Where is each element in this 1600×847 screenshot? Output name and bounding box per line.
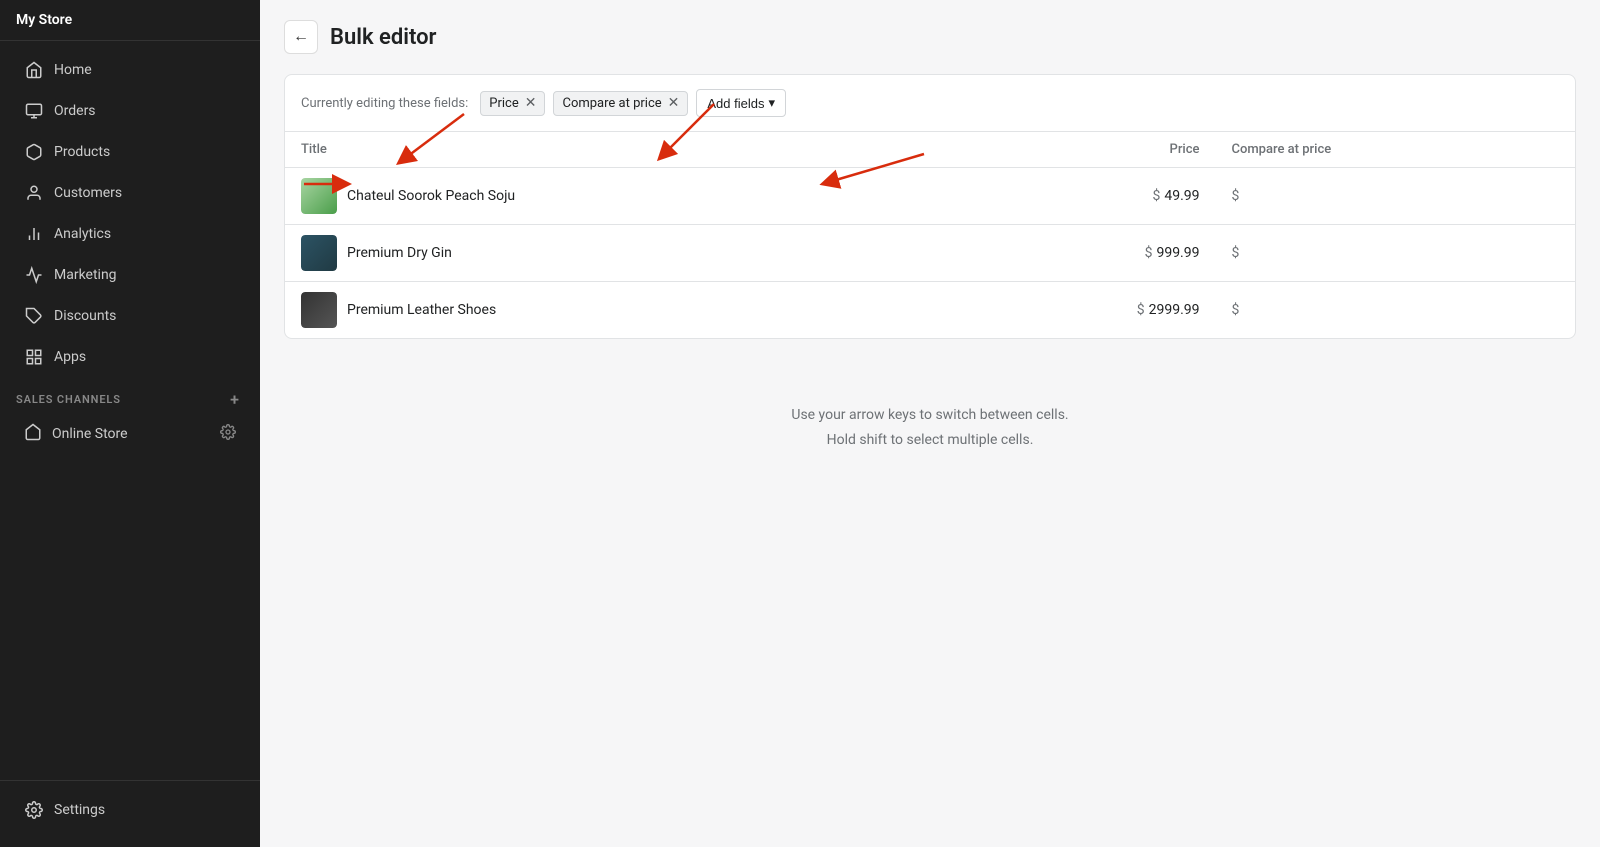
compare-dollar-1: $	[1232, 188, 1240, 204]
sidebar-nav: Home Orders Products Customers Analytics	[0, 41, 260, 780]
add-fields-button[interactable]: Add fields ▾	[696, 89, 786, 117]
sidebar-item-label-products: Products	[54, 144, 110, 160]
page-title: Bulk editor	[330, 25, 436, 50]
col-header-compare-at-price: Compare at price	[1216, 132, 1576, 168]
sidebar-store-header: My Store	[0, 0, 260, 41]
price-value-2: 999.99	[1156, 245, 1199, 261]
product-title-cell-1: Chateul Soorok Peach Soju	[285, 168, 957, 225]
online-store-label: Online Store	[52, 426, 128, 442]
store-name: My Store	[16, 12, 244, 28]
hint-area: Use your arrow keys to switch between ce…	[284, 343, 1576, 513]
product-thumb-3	[301, 292, 337, 328]
products-icon	[24, 142, 44, 162]
sidebar-item-label-orders: Orders	[54, 103, 96, 119]
table-row: Premium Dry Gin $ 999.99	[285, 225, 1575, 282]
sidebar-item-label-marketing: Marketing	[54, 267, 117, 283]
main-content: ← Bulk editor Currently editing these fi…	[260, 0, 1600, 847]
page-header: ← Bulk editor	[260, 0, 1600, 74]
col-header-title: Title	[285, 132, 957, 168]
table-row: Chateul Soorok Peach Soju $ 49.99	[285, 168, 1575, 225]
product-name-2: Premium Dry Gin	[347, 245, 452, 261]
product-thumb-1	[301, 178, 337, 214]
sidebar-item-marketing[interactable]: Marketing	[8, 255, 252, 295]
dollar-sign-1: $	[1152, 188, 1160, 204]
sidebar-item-online-store[interactable]: Online Store	[8, 413, 252, 455]
product-title-cell-3: Premium Leather Shoes	[285, 282, 957, 339]
sidebar-item-label-discounts: Discounts	[54, 308, 116, 324]
product-thumb-2	[301, 235, 337, 271]
remove-price-button[interactable]: ✕	[525, 96, 537, 110]
price-value-1: 49.99	[1164, 188, 1199, 204]
sidebar-item-label-apps: Apps	[54, 349, 86, 365]
sidebar-item-label-analytics: Analytics	[54, 226, 111, 242]
sales-channels-label: SALES CHANNELS	[16, 393, 121, 406]
fields-bar: Currently editing these fields: Price ✕ …	[285, 75, 1575, 132]
annotations-container: Currently editing these fields: Price ✕ …	[284, 74, 1576, 339]
discounts-icon	[24, 306, 44, 326]
add-sales-channel-button[interactable]: +	[226, 390, 244, 408]
sales-channels-section: SALES CHANNELS +	[0, 378, 260, 412]
settings-icon	[24, 800, 44, 820]
product-table: Title Price Compare at price	[285, 132, 1575, 338]
product-name-1: Chateul Soorok Peach Soju	[347, 188, 515, 204]
compare-at-price-field-tag: Compare at price ✕	[553, 91, 688, 116]
sidebar-item-orders[interactable]: Orders	[8, 91, 252, 131]
dollar-sign-2: $	[1145, 245, 1153, 261]
online-store-icon	[24, 423, 42, 445]
apps-icon	[24, 347, 44, 367]
price-value-3: 2999.99	[1149, 302, 1200, 318]
sidebar: My Store Home Orders Products Customers	[0, 0, 260, 847]
marketing-icon	[24, 265, 44, 285]
sidebar-item-settings[interactable]: Settings	[8, 790, 252, 830]
price-cell-1[interactable]: $ 49.99	[957, 168, 1216, 225]
customers-icon	[24, 183, 44, 203]
remove-compare-at-price-button[interactable]: ✕	[668, 96, 680, 110]
sidebar-item-customers[interactable]: Customers	[8, 173, 252, 213]
add-fields-chevron-icon: ▾	[768, 95, 775, 111]
back-button[interactable]: ←	[284, 20, 318, 54]
product-title-cell-2: Premium Dry Gin	[285, 225, 957, 282]
bulk-editor-card: Currently editing these fields: Price ✕ …	[284, 74, 1576, 339]
price-cell-2[interactable]: $ 999.99	[957, 225, 1216, 282]
compare-price-cell-3[interactable]: $	[1216, 282, 1576, 339]
online-store-settings-icon[interactable]	[220, 424, 236, 444]
orders-icon	[24, 101, 44, 121]
sidebar-item-discounts[interactable]: Discounts	[8, 296, 252, 336]
sidebar-item-analytics[interactable]: Analytics	[8, 214, 252, 254]
compare-price-cell-1[interactable]: $	[1216, 168, 1576, 225]
sidebar-bottom: Settings	[0, 780, 260, 847]
table-row: Premium Leather Shoes $ 2999.99	[285, 282, 1575, 339]
sidebar-item-label-customers: Customers	[54, 185, 122, 201]
compare-dollar-3: $	[1232, 302, 1240, 318]
compare-dollar-2: $	[1232, 245, 1240, 261]
sidebar-item-apps[interactable]: Apps	[8, 337, 252, 377]
sidebar-item-label-home: Home	[54, 62, 92, 78]
compare-price-cell-2[interactable]: $	[1216, 225, 1576, 282]
analytics-icon	[24, 224, 44, 244]
product-name-3: Premium Leather Shoes	[347, 302, 496, 318]
col-header-price: Price	[957, 132, 1216, 168]
settings-label: Settings	[54, 802, 105, 818]
price-cell-3[interactable]: $ 2999.99	[957, 282, 1216, 339]
add-fields-label: Add fields	[707, 96, 764, 111]
price-field-tag: Price ✕	[480, 91, 545, 116]
home-icon	[24, 60, 44, 80]
dollar-sign-3: $	[1137, 302, 1145, 318]
page-body: Currently editing these fields: Price ✕ …	[260, 74, 1600, 847]
fields-bar-label: Currently editing these fields:	[301, 96, 468, 111]
price-field-label: Price	[489, 96, 518, 111]
hint-line-2: Hold shift to select multiple cells.	[304, 428, 1556, 453]
hint-line-1: Use your arrow keys to switch between ce…	[304, 403, 1556, 428]
sidebar-item-products[interactable]: Products	[8, 132, 252, 172]
compare-at-price-field-label: Compare at price	[562, 96, 661, 111]
sidebar-item-home[interactable]: Home	[8, 50, 252, 90]
